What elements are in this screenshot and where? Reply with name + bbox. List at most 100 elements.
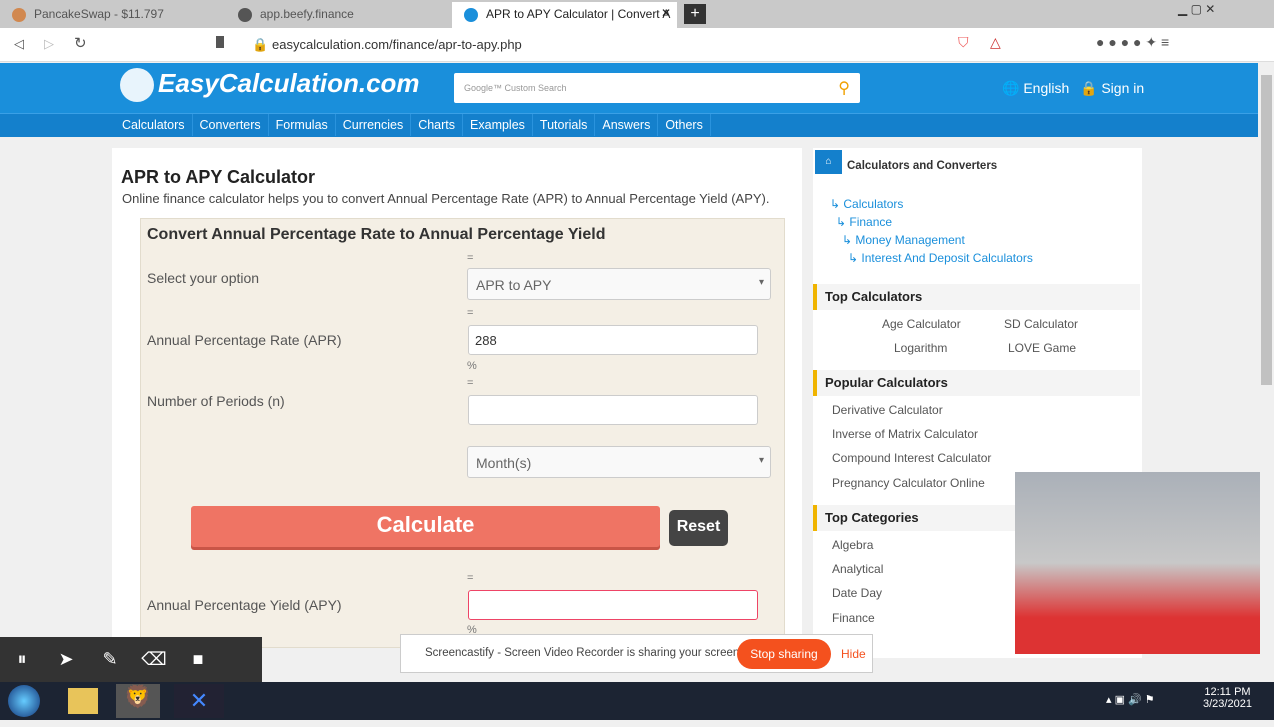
pause-icon[interactable]: ⏸ [0,637,44,682]
percent-sign: % [467,360,477,372]
language-link[interactable]: 🌐 English [1002,80,1069,97]
apr-input[interactable]: 288 [468,325,758,355]
chevron-down-icon: ▾ [758,277,764,288]
breadcrumb-money-management[interactable]: ↳ Money Management [842,233,965,247]
webcam-overlay [1015,472,1260,654]
stop-sharing-button[interactable]: Stop sharing [737,639,831,669]
forward-icon[interactable]: ▷ [44,36,54,52]
option-label: Select your option [147,270,260,286]
extensions-icons[interactable]: ● ● ● ● ✦ ≡ [1096,34,1169,51]
search-placeholder: Google™ Custom Search [464,83,567,93]
tab-pancakeswap[interactable]: PancakeSwap - $11.797 [0,2,225,28]
new-tab-button[interactable]: + [684,4,706,24]
nav-others[interactable]: Others [658,114,711,136]
link-date-day[interactable]: Date Day [832,586,882,600]
nav-calculators[interactable]: Calculators [115,114,193,136]
link-sd-calculator[interactable]: SD Calculator [1004,317,1078,331]
home-icon[interactable]: ⌂ [815,150,842,174]
apy-label: Annual Percentage Yield (APY) [147,597,342,613]
option-select[interactable]: APR to APY ▾ [467,268,771,300]
tray-icons[interactable]: ▴ ▣ 🔊 ⚑ [1106,693,1155,706]
clock[interactable]: 12:11 PM 3/23/2021 [1203,686,1252,710]
tab-apr-calculator[interactable]: APR to APY Calculator | Convert A ✕ [452,2,677,28]
tab-label: app.beefy.finance [260,7,354,21]
tab-label: APR to APY Calculator | Convert A [486,7,671,21]
page-subtitle: Online finance calculator helps you to c… [122,191,770,206]
cursor-icon[interactable]: ➤ [44,637,88,682]
nav-currencies[interactable]: Currencies [336,114,412,136]
form-title: Convert Annual Percentage Rate to Annual… [147,226,606,243]
easycalc-icon [464,8,478,22]
reload-icon[interactable]: ↻ [74,34,87,52]
link-compound-interest[interactable]: Compound Interest Calculator [832,451,991,465]
tab-label: PancakeSwap - $11.797 [34,7,164,21]
link-inverse-matrix[interactable]: Inverse of Matrix Calculator [832,427,978,441]
periods-input[interactable] [468,395,758,425]
eq-sign: = [467,572,474,584]
nav-answers[interactable]: Answers [595,114,659,136]
signin-link[interactable]: 🔒 Sign in [1080,80,1144,97]
window-controls[interactable]: ▁ ▢ ✕ [1178,2,1215,16]
language-label: English [1023,80,1070,96]
nav-charts[interactable]: Charts [411,114,464,136]
tab-bar: PancakeSwap - $11.797 app.beefy.finance … [0,0,1274,28]
nav-formulas[interactable]: Formulas [269,114,336,136]
url-field[interactable]: 🔒 easycalculation.com/finance/apr-to-apy.… [242,33,950,57]
taskbar: 🦁 ✕ ▴ ▣ 🔊 ⚑ 12:11 PM 3/23/2021 [0,682,1274,720]
breadcrumb-label: Money Management [855,233,965,247]
screen-share-banner: Screencastify - Screen Video Recorder is… [400,634,873,673]
breadcrumb-calculators[interactable]: ↳ Calculators [830,197,903,211]
site-nav: Calculators Converters Formulas Currencies C… [0,113,1258,137]
top-calculators-heading: Top Calculators [813,284,1140,310]
share-text: Screencastify - Screen Video Recorder is… [425,647,743,659]
explorer-icon[interactable] [68,688,98,714]
app-icon[interactable]: ✕ [174,684,224,718]
calculate-button[interactable]: Calculate [191,506,660,547]
breadcrumb-finance[interactable]: ↳ Finance [836,215,892,229]
tab-beefy[interactable]: app.beefy.finance [226,2,451,28]
breadcrumb-interest[interactable]: ↳ Interest And Deposit Calculators [848,251,1033,265]
camera-icon[interactable]: ■ [176,637,220,682]
nav-tutorials[interactable]: Tutorials [533,114,596,136]
logo-text: EasyCalculation.com [158,68,420,98]
brave-icon[interactable]: 🦁 [116,684,160,718]
link-pregnancy[interactable]: Pregnancy Calculator Online [832,476,985,490]
link-analytical[interactable]: Analytical [832,562,883,576]
nav-examples[interactable]: Examples [463,114,533,136]
pancake-icon [12,8,26,22]
back-icon[interactable]: ◁ [14,36,24,52]
date: 3/23/2021 [1203,698,1252,710]
scrollbar[interactable] [1259,63,1274,682]
reset-button[interactable]: Reset [669,510,728,546]
link-finance[interactable]: Finance [832,611,875,625]
rewards-icon[interactable]: △ [990,34,1001,51]
url-text: easycalculation.com/finance/apr-to-apy.p… [272,37,522,52]
search-input[interactable]: Google™ Custom Search ⚲ [454,73,860,103]
hide-button[interactable]: Hide [841,647,866,661]
link-derivative[interactable]: Derivative Calculator [832,403,943,417]
chevron-down-icon: ▾ [758,455,764,466]
link-age-calculator[interactable]: Age Calculator [882,317,961,331]
link-love-game[interactable]: LOVE Game [1008,341,1076,355]
breadcrumb-label: Calculators [843,197,904,211]
eq-sign: = [467,307,474,319]
nav-converters[interactable]: Converters [193,114,269,136]
pen-icon[interactable]: ✎ [88,637,132,682]
search-icon[interactable]: ⚲ [838,78,850,98]
apy-output[interactable] [468,590,758,620]
eq-sign: = [467,252,474,264]
eq-sign: = [467,377,474,389]
periods-label: Number of Periods (n) [147,393,285,409]
option-value: APR to APY [476,277,552,293]
eraser-icon[interactable]: ⌫ [132,637,176,682]
link-logarithm[interactable]: Logarithm [894,341,947,355]
start-button[interactable] [8,685,40,717]
breadcrumb-label: Interest And Deposit Calculators [861,251,1033,265]
period-unit-select[interactable]: Month(s) ▾ [467,446,771,478]
logo-icon [120,68,154,103]
site-logo[interactable]: EasyCalculation.com [120,68,420,103]
bookmark-icon[interactable] [216,36,224,48]
link-algebra[interactable]: Algebra [832,538,873,552]
brave-shield-icon[interactable]: ⛉ [958,34,969,51]
close-tab-icon[interactable]: ✕ [661,6,671,20]
